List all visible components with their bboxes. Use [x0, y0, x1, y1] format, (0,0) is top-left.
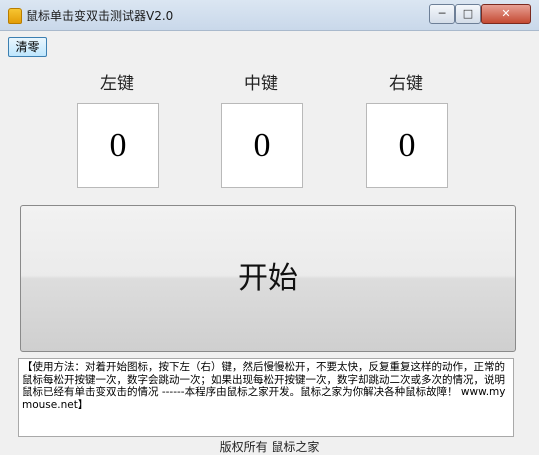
clear-button[interactable]: 清零	[8, 37, 47, 57]
instructions-textbox[interactable]: 【使用方法：对着开始图标，按下左（右）键，然后慢慢松开，不要太快，反复重复这样的…	[18, 358, 514, 437]
app-lock-icon	[8, 8, 22, 24]
window-client-area: 清零 左键 中键 右键 0 0 0 开始 【使用方法：对着开始图标，按下左（右）…	[0, 31, 539, 454]
right-key-count: 0	[366, 103, 448, 188]
window-title: 鼠标单击变双击测试器V2.0	[26, 9, 174, 23]
title-bar: 鼠标单击变双击测试器V2.0 ─ □ ✕	[0, 0, 539, 31]
minimize-button[interactable]: ─	[429, 4, 455, 24]
copyright-footer: 版权所有 鼠标之家	[219, 440, 320, 454]
maximize-button[interactable]: □	[455, 4, 481, 24]
start-test-button[interactable]: 开始	[20, 205, 516, 352]
left-key-count: 0	[77, 103, 159, 188]
left-key-label: 左键	[100, 74, 134, 94]
middle-key-label: 中键	[244, 74, 278, 94]
right-key-label: 右键	[389, 74, 423, 94]
middle-key-count: 0	[221, 103, 303, 188]
close-button[interactable]: ✕	[481, 4, 531, 24]
